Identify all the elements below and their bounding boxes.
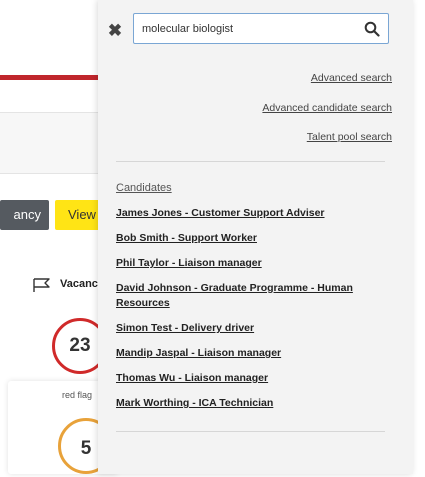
red-flag-label: red flag [62,390,93,400]
candidate-result[interactable]: Bob Smith - Support Worker [116,231,391,246]
candidate-list: James Jones - Customer Support Adviser B… [116,206,391,421]
close-icon[interactable]: ✖ [106,22,124,40]
search-icon[interactable] [364,21,380,37]
talent-pool-search-link[interactable]: Talent pool search [307,131,392,143]
flag-icon [33,278,50,292]
candidate-result[interactable]: Phil Taylor - Liaison manager [116,256,391,271]
candidate-result[interactable]: David Johnson - Graduate Programme - Hum… [116,281,391,311]
search-input[interactable] [142,20,352,38]
vacancy-button-label: ancy [13,207,41,222]
candidate-result[interactable]: Mark Worthing - ICA Technician [116,396,391,411]
advanced-candidate-search-link[interactable]: Advanced candidate search [262,102,392,114]
header-accent-bar [0,75,102,80]
vacancy-heading-text: Vacanc [60,278,98,290]
candidates-section-title: Candidates [116,182,172,194]
divider [116,161,385,162]
red-flag-count: 23 [69,335,91,356]
vacancy-button[interactable]: ancy [0,200,49,230]
candidate-result[interactable]: Simon Test - Delivery driver [116,321,391,336]
info-band [0,112,102,174]
divider [116,431,385,432]
advanced-search-link[interactable]: Advanced search [311,72,392,84]
candidate-result[interactable]: James Jones - Customer Support Adviser [116,206,391,221]
search-panel: ✖ Advanced search Advanced candidate sea… [98,0,413,474]
orange-count: 5 [80,438,92,459]
candidate-result[interactable]: Mandip Jaspal - Liaison manager [116,346,391,361]
view-button-label: View [68,207,96,222]
search-box [133,13,389,44]
candidate-result[interactable]: Thomas Wu - Liaison manager [116,371,391,386]
